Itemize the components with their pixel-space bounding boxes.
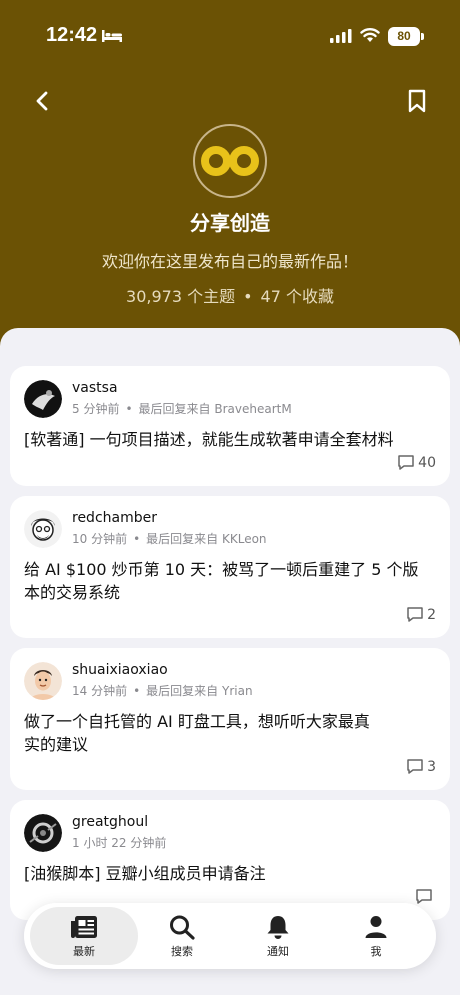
bell-icon [267, 915, 289, 939]
last-reply: 最后回复来自 Yrian [146, 684, 253, 698]
topic-time: 14 分钟前 [72, 684, 128, 698]
username[interactable]: shuaixiaoxiao [72, 662, 168, 678]
search-icon [170, 915, 195, 940]
meta-separator: • [133, 532, 141, 546]
topic-card[interactable]: greatghoul 1 小时 22 分钟前 [油猴脚本] 豆瓣小组成员申请备注 [10, 800, 450, 920]
tab-latest[interactable]: 最新 [30, 907, 138, 965]
reply-count-value: 40 [418, 454, 436, 471]
channel-title: 分享创造 [190, 211, 270, 235]
avatar[interactable] [24, 662, 62, 700]
topic-meta: 1 小时 22 分钟前 [72, 834, 166, 851]
topic-title[interactable]: [油猴脚本] 豆瓣小组成员申请备注 [24, 862, 434, 885]
comment-icon [407, 759, 423, 774]
topic-time: 10 分钟前 [72, 532, 128, 546]
tab-label: 通知 [267, 944, 289, 958]
channel-stats: 30,973 个主题 • 47 个收藏 [0, 283, 460, 307]
tab-notifications[interactable]: 通知 [224, 907, 332, 965]
avatar[interactable] [24, 814, 62, 852]
topic-title[interactable]: 给 AI $100 炒币第 10 天：被骂了一顿后重建了 5 个版本的交易系统 [24, 558, 434, 604]
stats-separator: • [243, 287, 253, 306]
comment-icon [407, 607, 423, 622]
channel-logo [193, 124, 267, 198]
news-icon [71, 915, 97, 938]
back-button[interactable] [30, 88, 56, 114]
cellular-signal-icon [330, 29, 352, 43]
comment-icon [398, 455, 414, 470]
reply-count-value: 3 [427, 758, 436, 775]
tab-label: 搜索 [171, 944, 193, 958]
last-reply: 最后回复来自 BraveheartM [138, 402, 292, 416]
topic-time: 5 分钟前 [72, 402, 120, 416]
username[interactable]: vastsa [72, 380, 118, 396]
username[interactable]: redchamber [72, 510, 157, 526]
topics-count: 30,973 个主题 [126, 287, 236, 306]
person-icon [365, 915, 387, 938]
topic-meta: 10 分钟前 • 最后回复来自 KKLeon [72, 530, 267, 547]
favorites-count: 47 个收藏 [260, 287, 334, 306]
topic-card[interactable]: vastsa 5 分钟前 • 最后回复来自 BraveheartM [软著通] 一句… [10, 366, 450, 486]
reply-count: 3 [406, 758, 436, 775]
tab-profile[interactable]: 我 [322, 907, 430, 965]
topic-meta: 14 分钟前 • 最后回复来自 Yrian [72, 682, 253, 699]
meta-separator: • [133, 684, 141, 698]
avatar[interactable] [24, 510, 62, 548]
username[interactable]: greatghoul [72, 814, 148, 830]
bed-icon [102, 30, 122, 42]
reply-count: 2 [406, 606, 436, 623]
channel-header: 12:42 80 分享创造 欢迎你在这里发布自己的最新作品！ 30,973 个主… [0, 0, 460, 360]
topic-meta: 5 分钟前 • 最后回复来自 BraveheartM [72, 400, 292, 417]
topic-time: 1 小时 22 分钟前 [72, 836, 167, 850]
comment-icon [416, 889, 432, 904]
tab-search[interactable]: 搜索 [128, 907, 236, 965]
topic-card[interactable]: shuaixiaoxiao 14 分钟前 • 最后回复来自 Yrian 做了一个自托… [10, 648, 450, 790]
topic-card[interactable]: redchamber 10 分钟前 • 最后回复来自 KKLeon 给 AI $10… [10, 496, 450, 638]
topic-title[interactable]: 做了一个自托管的 AI 盯盘工具，想听听大家最真实的建议 [24, 710, 374, 756]
tab-label: 我 [370, 944, 382, 958]
battery-tip [421, 33, 424, 40]
status-time: 12:42 [46, 24, 98, 46]
infinity-logo-icon [201, 146, 259, 176]
bookmark-button[interactable] [404, 88, 430, 114]
tab-label: 最新 [73, 944, 95, 958]
reply-count-value: 2 [427, 606, 436, 623]
avatar[interactable] [24, 380, 62, 418]
meta-separator: • [125, 402, 133, 416]
bottom-tab-bar: 最新 搜索 通知 我 [24, 903, 436, 969]
battery-level: 80 [388, 27, 420, 46]
reply-count: 40 [397, 454, 436, 471]
last-reply: 最后回复来自 KKLeon [146, 532, 267, 546]
channel-description: 欢迎你在这里发布自己的最新作品！ [101, 252, 358, 271]
status-bar: 12:42 80 [0, 0, 460, 70]
wifi-icon [360, 28, 380, 42]
topic-title[interactable]: [软著通] 一句项目描述，就能生成软著申请全套材料 [24, 428, 434, 451]
reply-count [415, 888, 436, 905]
